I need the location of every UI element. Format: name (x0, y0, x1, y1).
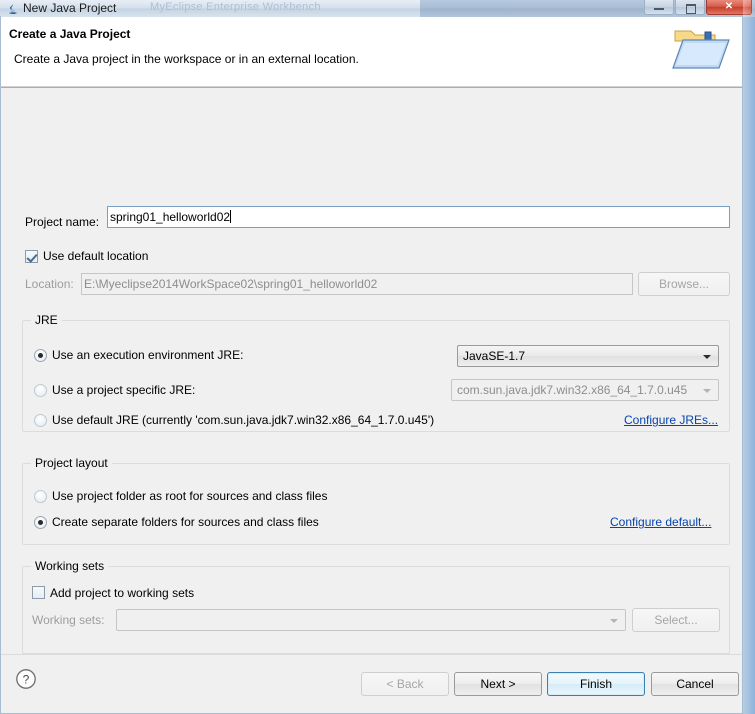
select-working-sets-button[interactable]: Select... (632, 608, 720, 632)
configure-jres-link[interactable]: Configure JREs... (624, 413, 718, 427)
close-button[interactable]: ✕ (706, 0, 752, 15)
svg-text:?: ? (23, 672, 30, 686)
minimize-button[interactable] (644, 0, 674, 15)
minimize-icon (654, 8, 664, 10)
next-button[interactable]: Next > (454, 672, 542, 696)
project-specific-jre-combo[interactable]: com.sun.java.jdk7.win32.x86_64_1.7.0.u45 (451, 379, 719, 401)
dialog-footer: ? < Back Next > Finish Cancel (1, 654, 742, 713)
help-question-icon[interactable]: ? (15, 668, 37, 690)
execution-environment-combo[interactable]: JavaSE-1.7 (457, 345, 719, 367)
configure-default-link[interactable]: Configure default... (610, 515, 711, 529)
close-icon: ✕ (724, 1, 734, 12)
layout-project-folder-root-label: Use project folder as root for sources a… (52, 489, 328, 503)
jre-project-specific-label: Use a project specific JRE: (52, 383, 196, 397)
project-name-value: spring01_helloworld02 (110, 210, 231, 224)
project-name-input[interactable]: spring01_helloworld02 (107, 206, 730, 228)
back-button[interactable]: < Back (361, 672, 449, 696)
window-controls: ✕ (644, 0, 752, 15)
use-default-location-label: Use default location (43, 249, 149, 263)
layout-separate-folders-label: Create separate folders for sources and … (52, 515, 319, 529)
maximize-icon (686, 4, 696, 14)
new-java-project-folder-icon (671, 22, 733, 78)
project-name-label: Project name: (25, 215, 100, 229)
dialog-header: Create a Java Project Create a Java proj… (1, 17, 742, 87)
add-to-working-sets-checkbox[interactable] (32, 586, 45, 599)
location-value: E:\Myeclipse2014WorkSpace02\spring01_hel… (84, 277, 378, 291)
jre-execution-environment-radio[interactable] (34, 349, 47, 362)
working-sets-combo[interactable] (116, 609, 626, 631)
title-bar[interactable]: New Java Project MyEclipse Enterprise Wo… (0, 0, 755, 17)
dialog-body: Project name: spring01_helloworld02 Use … (1, 88, 742, 654)
project-layout-group: Project layout (22, 456, 730, 545)
execution-environment-value: JavaSE-1.7 (463, 349, 526, 363)
jre-default-radio[interactable] (34, 414, 47, 427)
location-label: Location: (25, 277, 74, 291)
use-default-location-checkbox[interactable] (25, 250, 38, 263)
page-description: Create a Java project in the workspace o… (14, 52, 359, 66)
select-button-label: Select... (654, 613, 698, 627)
browse-button[interactable]: Browse... (638, 272, 730, 296)
jre-execution-environment-label: Use an execution environment JRE: (52, 348, 244, 362)
jre-project-specific-radio[interactable] (34, 384, 47, 397)
chevron-down-icon (703, 389, 711, 393)
add-to-working-sets-label: Add project to working sets (50, 586, 195, 600)
next-button-label: Next > (480, 677, 516, 691)
chevron-down-icon (610, 619, 618, 623)
working-sets-label: Working sets: (32, 613, 105, 627)
browse-button-label: Browse... (658, 277, 709, 291)
maximize-button[interactable] (675, 0, 705, 15)
java-project-icon (5, 2, 19, 16)
window-title: New Java Project (23, 1, 117, 15)
window-right-edge (743, 0, 755, 714)
new-java-project-dialog: New Java Project MyEclipse Enterprise Wo… (0, 0, 755, 714)
layout-project-folder-root-radio[interactable] (34, 490, 47, 503)
finish-button-label: Finish (579, 677, 612, 691)
finish-button[interactable]: Finish (547, 672, 645, 696)
location-input[interactable]: E:\Myeclipse2014WorkSpace02\spring01_hel… (81, 273, 633, 295)
back-button-label: < Back (386, 677, 424, 691)
background-window-title: MyEclipse Enterprise Workbench (150, 1, 321, 13)
layout-separate-folders-radio[interactable] (34, 516, 47, 529)
text-caret (230, 210, 232, 223)
chevron-down-icon (703, 355, 711, 359)
project-specific-jre-value: com.sun.java.jdk7.win32.x86_64_1.7.0.u45 (457, 383, 688, 397)
cancel-button[interactable]: Cancel (651, 672, 739, 696)
cancel-button-label: Cancel (676, 677, 714, 691)
working-sets-group-title: Working sets (31, 559, 109, 573)
project-layout-group-title: Project layout (31, 456, 112, 470)
page-title: Create a Java Project (9, 27, 131, 41)
jre-group-title: JRE (31, 313, 62, 327)
jre-default-label: Use default JRE (currently 'com.sun.java… (52, 413, 435, 427)
